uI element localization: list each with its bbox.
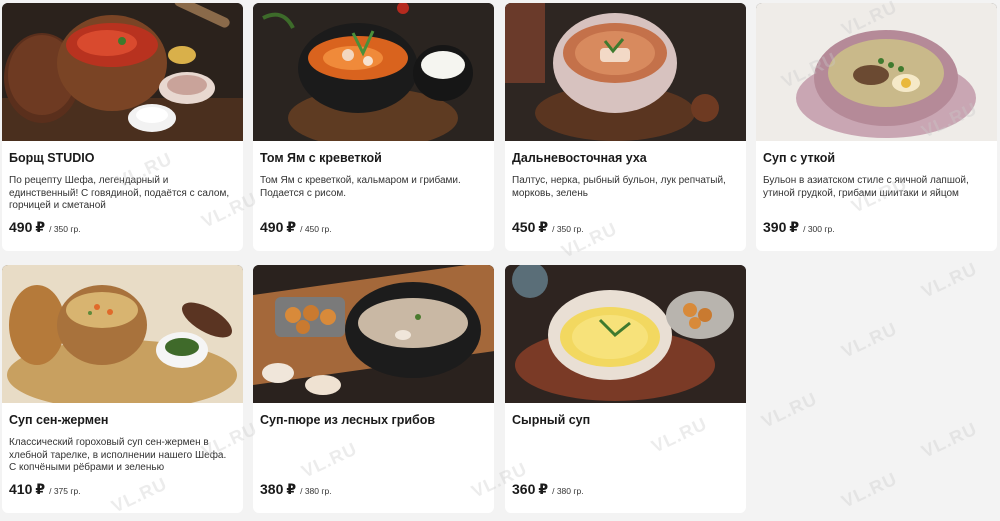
- menu-card-cheese-soup[interactable]: Сырный суп 360 ₽ / 380 гр.: [505, 265, 746, 513]
- dish-photo-fish-soup: [505, 3, 746, 141]
- dish-name: Суп-пюре из лесных грибов: [260, 413, 436, 427]
- dish-weight: / 380 гр.: [300, 486, 332, 496]
- dish-name: Борщ STUDIO: [9, 151, 95, 165]
- dish-photo-pea-soup: [2, 265, 243, 403]
- dish-photo-tom-yum: [253, 3, 494, 141]
- ruble-icon: ₽: [286, 219, 297, 235]
- menu-page: Борщ STUDIO По рецепту Шефа, легендарный…: [0, 0, 1000, 521]
- price-row: 360 ₽ / 380 гр.: [512, 481, 584, 498]
- menu-card-fish-soup[interactable]: Дальневосточная уха Палтус, нерка, рыбны…: [505, 3, 746, 251]
- dish-price: 450: [512, 219, 536, 235]
- menu-card-mushroom-soup[interactable]: Суп-пюре из лесных грибов 380 ₽ / 380 гр…: [253, 265, 494, 513]
- price-row: 450 ₽ / 350 гр.: [512, 219, 584, 236]
- dish-photo-mushroom-soup: [253, 265, 494, 403]
- dish-photo-borscht: [2, 3, 243, 141]
- dish-price: 360: [512, 481, 536, 497]
- dish-description: Том Ям с креветкой, кальмаром и грибами.…: [260, 175, 461, 199]
- watermark: VL.RU: [838, 468, 901, 512]
- dish-name: Суп с уткой: [763, 151, 836, 165]
- dish-weight: / 300 гр.: [803, 224, 835, 234]
- dish-photo-duck-soup: [756, 3, 997, 141]
- dish-price: 380: [260, 481, 284, 497]
- dish-weight: / 375 гр.: [49, 486, 81, 496]
- dish-description: [512, 437, 739, 475]
- menu-card-borscht[interactable]: Борщ STUDIO По рецепту Шефа, легендарный…: [2, 3, 243, 251]
- dish-price: 390: [763, 219, 787, 235]
- price-row: 490 ₽ / 350 гр.: [9, 219, 81, 236]
- ruble-icon: ₽: [538, 219, 549, 235]
- watermark: VL.RU: [918, 418, 981, 462]
- dish-description: Бульон в азиатском стиле с яичной лапшой…: [763, 175, 969, 199]
- dish-weight: / 380 гр.: [552, 486, 584, 496]
- price-row: 390 ₽ / 300 гр.: [763, 219, 835, 236]
- menu-card-duck-soup[interactable]: Суп с уткой Бульон в азиатском стиле с я…: [756, 3, 997, 251]
- ruble-icon: ₽: [538, 481, 549, 497]
- price-row: 490 ₽ / 450 гр.: [260, 219, 332, 236]
- dish-price: 410: [9, 481, 33, 497]
- price-row: 380 ₽ / 380 гр.: [260, 481, 332, 498]
- dish-description: [260, 437, 487, 475]
- dish-weight: / 350 гр.: [552, 224, 584, 234]
- price-row: 410 ₽ / 375 гр.: [9, 481, 81, 498]
- ruble-icon: ₽: [286, 481, 297, 497]
- dish-price: 490: [9, 219, 33, 235]
- menu-card-tom-yum[interactable]: Том Ям с креветкой Том Ям с креветкой, к…: [253, 3, 494, 251]
- dish-name: Сырный суп: [512, 413, 591, 427]
- watermark: VL.RU: [838, 318, 901, 362]
- ruble-icon: ₽: [789, 219, 800, 235]
- dish-description: Классический гороховый суп сен-жермен в …: [9, 437, 227, 473]
- ruble-icon: ₽: [35, 481, 46, 497]
- dish-weight: / 450 гр.: [300, 224, 332, 234]
- dish-description: Палтус, нерка, рыбный бульон, лук репчат…: [512, 175, 726, 199]
- dish-photo-cheese-soup: [505, 265, 746, 403]
- menu-card-pea-soup[interactable]: Суп сен-жермен Классический гороховый су…: [2, 265, 243, 513]
- ruble-icon: ₽: [35, 219, 46, 235]
- dish-weight: / 350 гр.: [49, 224, 81, 234]
- dish-name: Суп сен-жермен: [9, 413, 109, 427]
- dish-description: По рецепту Шефа, легендарный и единствен…: [9, 175, 230, 211]
- watermark: VL.RU: [918, 258, 981, 302]
- dish-price: 490: [260, 219, 284, 235]
- dish-name: Том Ям с креветкой: [260, 151, 382, 165]
- dish-name: Дальневосточная уха: [512, 151, 647, 165]
- watermark: VL.RU: [758, 388, 821, 432]
